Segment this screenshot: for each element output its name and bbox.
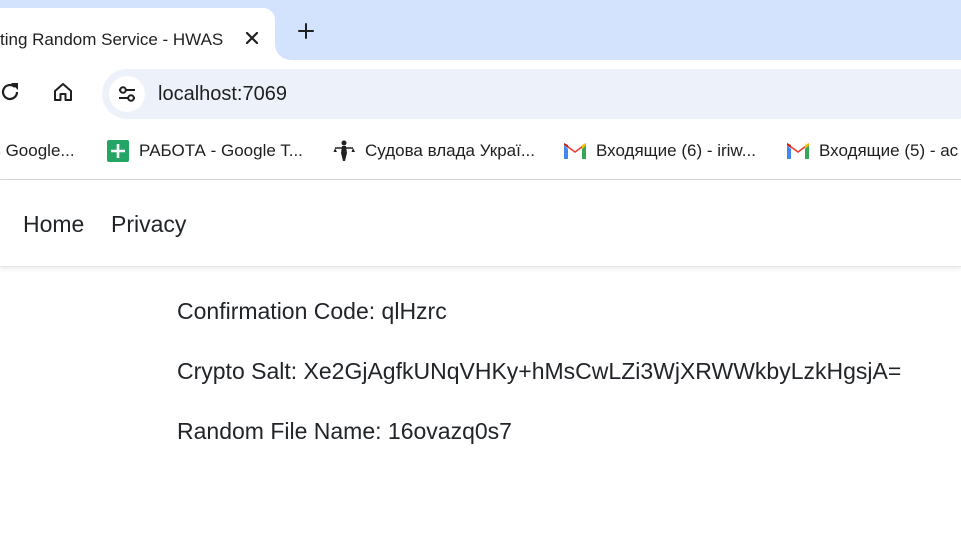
- bookmark-item[interactable]: РАБОТА - Google T...: [106, 138, 303, 164]
- bookmark-item[interactable]: Входящие (5) - ac: [786, 138, 958, 164]
- bookmark-label: Входящие (5) - ac: [819, 141, 959, 160]
- bookmark-label: Входящие (6) - iriw...: [596, 141, 756, 160]
- url-text[interactable]: localhost:7069: [158, 83, 287, 105]
- nav-home-link[interactable]: Home: [23, 211, 84, 238]
- tab-strip: ting Random Service - HWAS: [0, 0, 961, 60]
- bookmark-item[interactable]: Судова влада Украї...: [332, 138, 535, 164]
- main-content: Confirmation Code: qlHzrc Crypto Salt: X…: [177, 296, 901, 476]
- home-icon[interactable]: [47, 76, 79, 108]
- justice-statue-icon: [332, 139, 356, 163]
- site-info-icon[interactable]: [109, 76, 145, 112]
- bookmark-label: Судова влада Украї...: [365, 141, 535, 160]
- gmail-icon: [786, 139, 810, 163]
- tab-curve: [275, 44, 291, 60]
- confirmation-code-text: Confirmation Code: qlHzrc: [177, 298, 447, 324]
- google-sheets-icon: [106, 139, 130, 163]
- bookmarks-bar: ь Google... РАБОТА - Google T... Судова …: [0, 124, 961, 180]
- new-tab-icon[interactable]: [293, 18, 319, 44]
- bookmark-item[interactable]: ь Google...: [0, 138, 75, 164]
- bookmark-label: РАБОТА - Google T...: [139, 141, 303, 160]
- site-navbar: Home Privacy: [0, 181, 961, 267]
- crypto-salt-text: Crypto Salt: Xe2GjAgfkUNqVHKy+hMsCwLZi3W…: [177, 358, 902, 384]
- nav-privacy-link[interactable]: Privacy: [111, 211, 186, 238]
- browser-toolbar: localhost:7069: [0, 60, 961, 124]
- close-icon[interactable]: [240, 26, 264, 50]
- tab-title: ting Random Service - HWAS: [0, 30, 224, 49]
- reload-icon[interactable]: [0, 76, 26, 108]
- gmail-icon: [563, 139, 587, 163]
- bookmark-label: ь Google...: [0, 141, 75, 160]
- bookmark-item[interactable]: Входящие (6) - iriw...: [563, 138, 756, 164]
- address-bar[interactable]: localhost:7069: [102, 69, 961, 119]
- active-tab[interactable]: ting Random Service - HWAS: [0, 8, 275, 60]
- random-file-name-text: Random File Name: 16ovazq0s7: [177, 418, 512, 444]
